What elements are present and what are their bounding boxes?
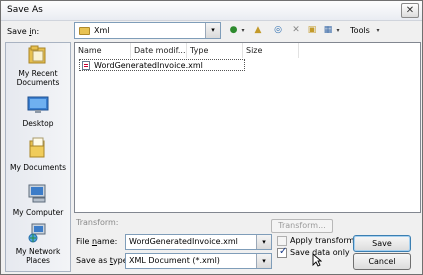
- folder-icon: [79, 27, 90, 35]
- save-as-type-combobox[interactable]: XML Document (*.xml) ▾: [125, 253, 272, 269]
- column-header-size[interactable]: Size: [243, 43, 299, 58]
- cancel-button[interactable]: Cancel: [353, 253, 411, 270]
- tools-dropdown-icon[interactable]: ▾: [374, 23, 382, 38]
- save-as-type-label-prefix: Save as: [76, 256, 110, 265]
- save-data-only-checkbox[interactable]: [277, 246, 287, 258]
- chevron-down-icon[interactable]: ▾: [205, 23, 220, 38]
- save-in-combobox[interactable]: Xml ▾: [74, 22, 221, 39]
- apply-transform-checkbox[interactable]: [277, 236, 287, 246]
- save-button[interactable]: Save: [353, 235, 411, 252]
- apply-transform-label: Apply transform: [290, 236, 355, 245]
- column-header-type[interactable]: Type: [187, 43, 243, 58]
- tools-menu[interactable]: Tools: [345, 23, 375, 38]
- file-name-label-suffix: ame:: [97, 237, 118, 246]
- up-folder-icon[interactable]: ▲: [251, 23, 265, 38]
- file-name-label: File name:: [76, 237, 117, 246]
- window-title: Save As: [7, 5, 43, 15]
- place-my-documents[interactable]: My Documents: [6, 137, 70, 172]
- place-label: Desktop: [22, 119, 54, 128]
- places-bar: My Recent Documents Desktop My Documents…: [5, 42, 71, 272]
- recent-documents-icon: [27, 45, 49, 67]
- place-label: My Network Places: [15, 247, 61, 265]
- place-label: My Computer: [12, 208, 64, 217]
- views-dropdown-icon[interactable]: ▾: [334, 23, 342, 38]
- search-web-icon[interactable]: ◎: [271, 23, 285, 38]
- my-computer-icon: [27, 184, 49, 206]
- chevron-down-icon[interactable]: ▾: [256, 235, 271, 249]
- title-bar: Save As ✕: [1, 1, 422, 21]
- save-as-type-value: XML Document (*.xml): [129, 256, 220, 265]
- save-as-dialog: Save As ✕ Save in: Xml ▾ ● ▾ ▲ ◎ ✕ ▣ ▦ ▾…: [0, 0, 423, 275]
- place-desktop[interactable]: Desktop: [6, 95, 70, 128]
- close-button[interactable]: ✕: [401, 3, 419, 18]
- file-name-value: WordGeneratedInvoice.xml: [129, 237, 238, 246]
- place-my-network-places[interactable]: My Network Places: [6, 223, 70, 265]
- toolbar: ● ▾ ▲ ◎ ✕ ▣ ▦ ▾ Tools ▾: [225, 22, 421, 39]
- back-dropdown-icon[interactable]: ▾: [239, 23, 247, 38]
- my-documents-icon: [27, 137, 49, 161]
- views-icon[interactable]: ▦: [321, 23, 335, 38]
- save-as-type-label: Save as type:: [76, 256, 130, 265]
- save-in-label-prefix: Save: [7, 27, 30, 36]
- file-list[interactable]: Name Date modif... Type Size WordGenerat…: [74, 42, 421, 213]
- save-in-label: Save in:: [7, 27, 39, 36]
- save-in-label-suffix: n:: [31, 27, 40, 36]
- place-my-computer[interactable]: My Computer: [6, 184, 70, 217]
- save-in-value: Xml: [94, 26, 110, 35]
- mouse-cursor-icon: [312, 253, 322, 267]
- transform-label: Transform:: [76, 218, 119, 227]
- file-name-label-prefix: File: [76, 237, 92, 246]
- new-folder-icon[interactable]: ▣: [305, 23, 319, 38]
- transform-button[interactable]: Transform...: [271, 219, 333, 233]
- place-my-recent-documents[interactable]: My Recent Documents: [6, 45, 70, 87]
- network-places-icon: [27, 223, 49, 245]
- chevron-down-icon[interactable]: ▾: [256, 254, 271, 268]
- column-header-date-modified[interactable]: Date modif...: [131, 43, 187, 58]
- file-name: WordGeneratedInvoice.xml: [94, 61, 203, 70]
- place-label: My Recent Documents: [16, 69, 60, 87]
- xml-file-icon: [82, 61, 90, 70]
- file-name-combobox[interactable]: WordGeneratedInvoice.xml ▾: [125, 234, 272, 250]
- desktop-icon: [27, 95, 49, 117]
- delete-icon[interactable]: ✕: [289, 23, 303, 38]
- place-label: My Documents: [9, 163, 67, 172]
- column-header-name[interactable]: Name: [75, 43, 131, 58]
- file-item[interactable]: WordGeneratedInvoice.xml: [79, 59, 245, 71]
